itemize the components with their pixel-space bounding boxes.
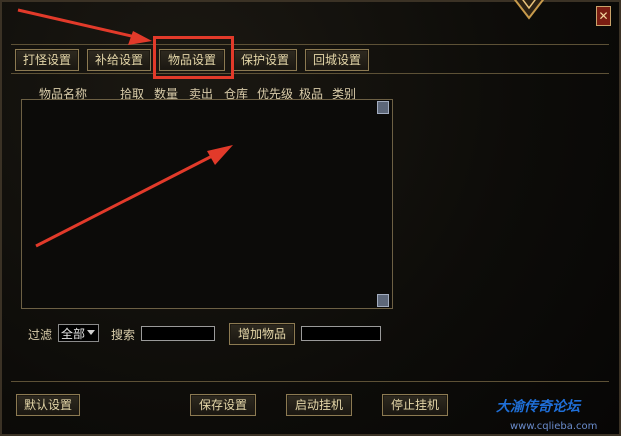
annotation-arrows (17, 8, 233, 248)
annotation-arrow-to-tab (17, 8, 152, 45)
annotation-arrow-to-list (35, 145, 233, 248)
